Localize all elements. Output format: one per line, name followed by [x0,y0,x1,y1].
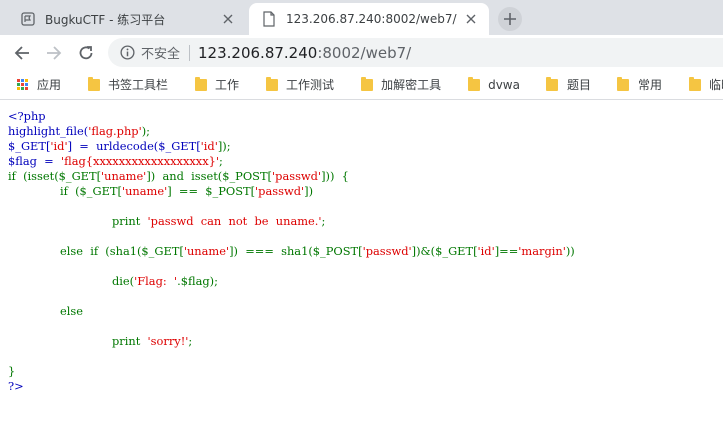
folder-icon [360,76,373,91]
forward-button[interactable] [40,39,68,67]
code-line: print 'passwd can not be uname.'; [112,214,326,228]
arrow-right-icon [47,46,62,60]
folder-icon [87,76,100,91]
folder-icon [617,76,630,91]
bookmark-folder[interactable]: 常用 [617,70,662,99]
info-icon[interactable] [119,45,135,61]
bookmark-label: 工作测试 [286,78,335,92]
url-path: :8002/web7/ [317,43,412,62]
bookmark-folder[interactable]: 工作 [194,70,240,99]
bookmark-label: dvwa [488,77,520,92]
folder-icon [467,76,480,91]
code-line: <?php [8,109,46,123]
bookmark-apps[interactable]: 应用 [16,70,62,99]
code-line: highlight_file('flag.php'); [8,124,150,138]
back-button[interactable] [8,39,36,67]
folder-icon [688,76,701,91]
arrow-left-icon [14,46,29,60]
tab-title: 123.206.87.240:8002/web7/ [286,12,457,26]
bookmark-label: 应用 [37,78,62,92]
url-host: 123.206.87.240 [198,43,318,62]
bookmark-label: 临时 [709,78,723,92]
security-label: 不安全 [141,47,181,62]
code-line: if (isset($_GET['uname']) and isset($_PO… [8,169,349,183]
code-line: print 'sorry!'; [112,334,193,348]
apps-grid-icon [16,78,29,91]
url-text[interactable]: 123.206.87.240:8002/web7/ [198,44,411,62]
bookmark-label: 题目 [566,78,591,92]
folder-icon [194,76,207,91]
reload-button[interactable] [72,39,100,67]
reload-icon [79,46,93,60]
tab-bugkuctf[interactable]: BugkuCTF - 练习平台 [8,3,246,35]
code-line: ?> [8,379,24,393]
bookmarks-bar: 应用 书签工具栏 工作 工作测试 加解密工具 dvwa 题目 常用 临时 论 [0,70,723,100]
bookmark-folder[interactable]: 加解密工具 [360,70,442,99]
code-line: $flag = 'flag{xxxxxxxxxxxxxxxxxx}'; [8,154,223,168]
code-line: if ($_GET['uname'] == $_POST['passwd']) [60,184,314,198]
close-tab-icon[interactable] [462,10,480,28]
bookmark-folder[interactable]: 题目 [546,70,591,99]
code-line: else [60,304,83,318]
new-tab-button[interactable] [498,7,522,31]
bookmark-label: 常用 [637,78,662,92]
folder-icon [265,76,278,91]
bookmark-folder[interactable]: 工作测试 [265,70,335,99]
php-source-code: <?php highlight_file('flag.php'); $_GET[… [8,109,720,409]
bookmark-label: 书签工具栏 [108,78,169,92]
tab-title: BugkuCTF - 练习平台 [45,12,166,27]
code-line: else if (sha1($_GET['uname']) === sha1($… [60,244,575,258]
code-line: $_GET['id'] = urldecode($_GET['id']); [8,139,231,153]
bookmark-label: 加解密工具 [381,78,442,92]
plus-icon [504,13,516,25]
divider [189,44,191,61]
flag-favicon-icon [20,11,36,27]
address-bar[interactable]: 不安全 123.206.87.240:8002/web7/ [108,38,723,67]
code-line: die('Flag: '.$flag); [112,274,218,288]
close-tab-icon[interactable] [219,10,237,28]
bookmark-folder[interactable]: 临时 [688,70,723,99]
code-line: } [8,364,16,378]
bookmark-label: 工作 [215,78,240,92]
bookmark-folder[interactable]: dvwa [467,70,520,99]
page-favicon-icon [261,11,277,27]
folder-icon [546,76,559,91]
browser-toolbar: 不安全 123.206.87.240:8002/web7/ [0,35,723,70]
bookmark-folder[interactable]: 书签工具栏 [87,70,169,99]
tab-strip: BugkuCTF - 练习平台 123.206.87.240:8002/web7… [0,0,723,35]
tab-web7[interactable]: 123.206.87.240:8002/web7/ [249,3,489,35]
